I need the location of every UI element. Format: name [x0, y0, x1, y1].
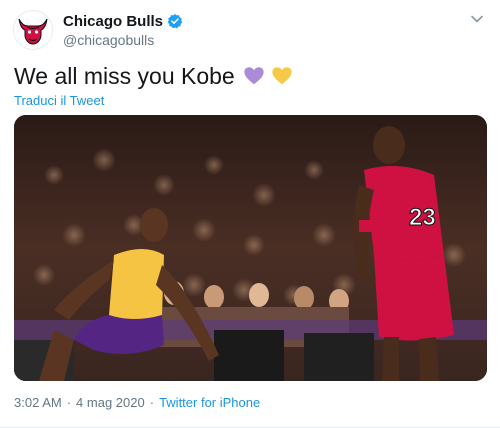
tweet-date[interactable]: 4 mag 2020 — [76, 395, 145, 410]
tweet-body: We all miss you Kobe — [14, 62, 235, 89]
translate-tweet-link[interactable]: Traduci il Tweet — [14, 93, 104, 108]
account-handle[interactable]: @chicagobulls — [63, 32, 183, 50]
tweet-photo[interactable]: 23 — [14, 115, 487, 381]
tweet-footer: 3:02 AM · 4 mag 2020 · Twitter for iPhon… — [14, 395, 260, 410]
footer-separator: · — [66, 395, 72, 410]
account-header: Chicago Bulls @chicagobulls — [63, 12, 183, 50]
purple-heart-icon — [243, 65, 265, 87]
account-display-name[interactable]: Chicago Bulls — [63, 13, 163, 30]
tweet-card: Chicago Bulls @chicagobulls We all miss … — [0, 0, 500, 428]
tweet-source-link[interactable]: Twitter for iPhone — [159, 395, 260, 410]
yellow-heart-icon — [271, 65, 293, 87]
chevron-down-icon[interactable] — [470, 12, 484, 26]
tweet-time[interactable]: 3:02 AM — [14, 395, 62, 410]
verified-badge-icon — [167, 13, 183, 29]
tweet-text: We all miss you Kobe — [14, 62, 293, 90]
footer-separator-2: · — [149, 395, 155, 410]
svg-text:23: 23 — [409, 204, 436, 231]
bulls-logo-icon[interactable] — [13, 10, 53, 50]
